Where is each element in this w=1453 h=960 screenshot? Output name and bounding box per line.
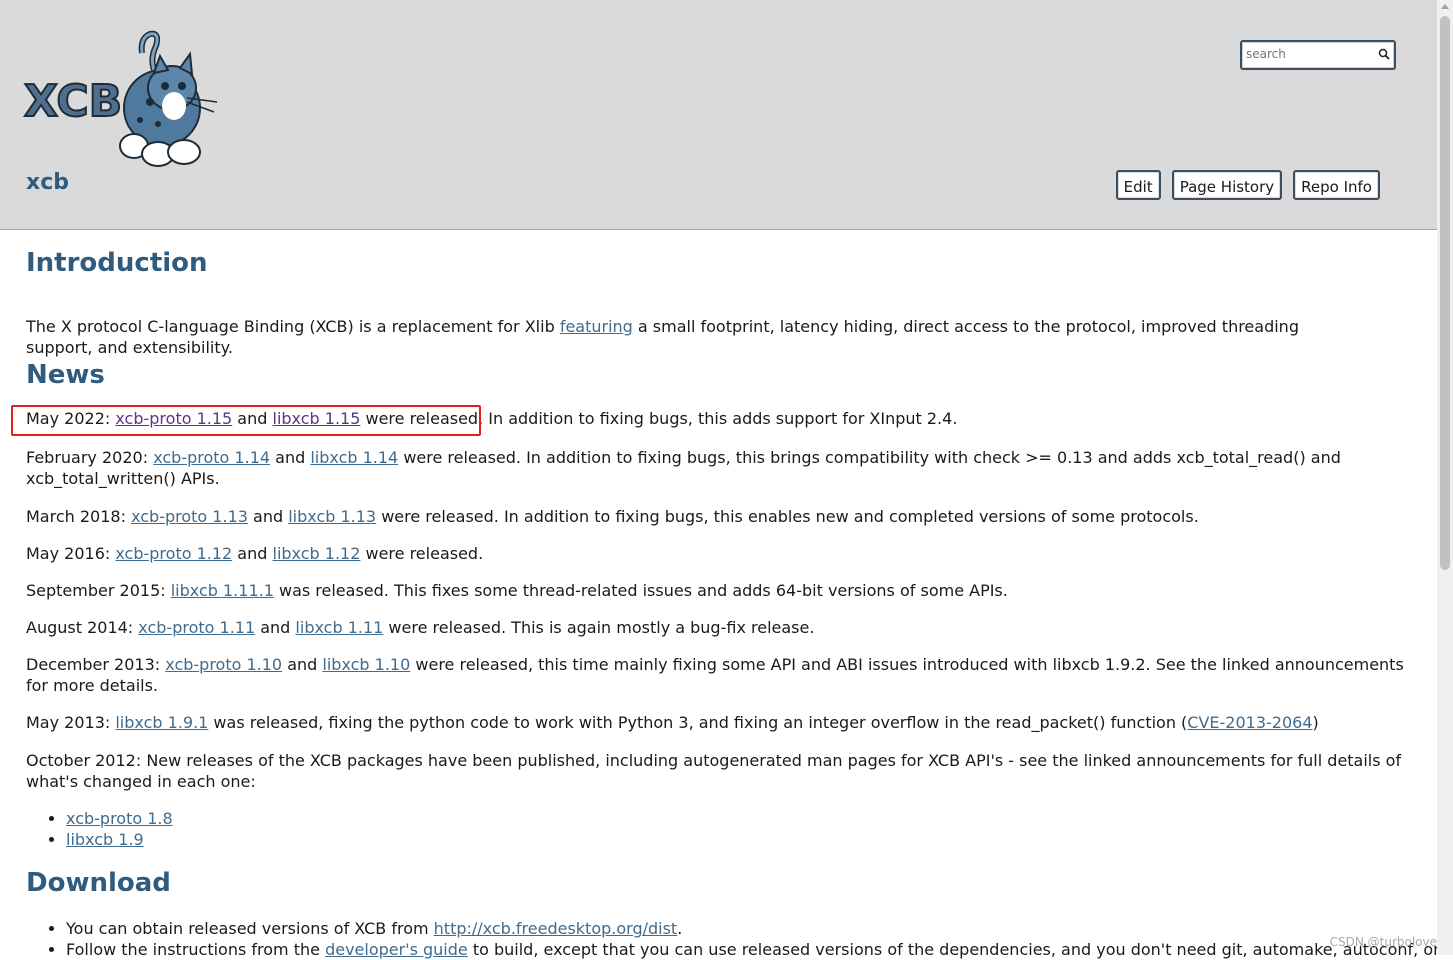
edit-button[interactable]: Edit — [1116, 170, 1161, 200]
news-text: ) — [1313, 713, 1319, 732]
list-item: You can obtain released versions of XCB … — [66, 918, 1453, 939]
news-text: were released. This is again mostly a bu… — [383, 618, 814, 637]
xcb-proto-link[interactable]: xcb-proto 1.14 — [153, 448, 270, 467]
featuring-link[interactable]: featuring — [560, 317, 633, 336]
news-date: December 2013: — [26, 655, 165, 674]
news-item: May 2013: libxcb 1.9.1 was released, fix… — [26, 712, 1404, 733]
download-text: Follow the instructions from the — [66, 940, 325, 959]
xcb-proto-link[interactable]: xcb-proto 1.10 — [165, 655, 282, 674]
news-item: October 2012: New releases of the XCB pa… — [26, 750, 1404, 792]
news-text: and — [232, 544, 272, 563]
xcb-proto-1-8-link[interactable]: xcb-proto 1.8 — [66, 809, 173, 828]
news-heading: News — [26, 360, 105, 390]
news-date: August 2014: — [26, 618, 138, 637]
developers-guide-link[interactable]: developer's guide — [325, 940, 468, 959]
news-text: October 2012: New releases of the XCB pa… — [26, 751, 1401, 791]
libxcb-link[interactable]: libxcb 1.9.1 — [115, 713, 208, 732]
libxcb-1-9-link[interactable]: libxcb 1.9 — [66, 830, 144, 849]
xcb-cat-logo[interactable]: XCB — [22, 28, 222, 173]
libxcb-link[interactable]: libxcb 1.10 — [322, 655, 410, 674]
search-box[interactable] — [1240, 40, 1396, 70]
news-text: were released. In addition to fixing bug… — [376, 507, 1199, 526]
news-item: August 2014: xcb-proto 1.11 and libxcb 1… — [26, 617, 1404, 638]
scroll-up-arrow-icon[interactable] — [1441, 4, 1449, 9]
xcb-proto-link[interactable]: xcb-proto 1.11 — [138, 618, 255, 637]
news-date: March 2018: — [26, 507, 131, 526]
site-header: XCB xcb Edit Page History Repo Info — [0, 0, 1437, 230]
vertical-scrollbar[interactable] — [1437, 0, 1453, 955]
search-icon[interactable] — [1378, 48, 1390, 60]
libxcb-link[interactable]: libxcb 1.11 — [295, 618, 383, 637]
release-link-list: xcb-proto 1.8 libxcb 1.9 — [26, 808, 173, 850]
list-item: xcb-proto 1.8 — [66, 808, 173, 829]
introduction-heading: Introduction — [26, 248, 208, 278]
download-text: to build, except that you can use releas… — [468, 940, 1440, 959]
watermark: CSDN @turbolove — [1330, 935, 1437, 949]
news-item: May 2016: xcb-proto 1.12 and libxcb 1.12… — [26, 543, 1404, 564]
news-text: and — [282, 655, 322, 674]
page-actions: Edit Page History Repo Info — [1116, 170, 1380, 200]
news-date: February 2020: — [26, 448, 153, 467]
news-date: May 2016: — [26, 544, 115, 563]
news-item: March 2018: xcb-proto 1.13 and libxcb 1.… — [26, 506, 1404, 527]
libxcb-link[interactable]: libxcb 1.11.1 — [171, 581, 274, 600]
news-item: February 2020: xcb-proto 1.14 and libxcb… — [26, 447, 1404, 489]
news-item: September 2015: libxcb 1.11.1 was releas… — [26, 580, 1404, 601]
intro-text: The X protocol C-language Binding (XCB) … — [26, 317, 560, 336]
download-text: You can obtain released versions of XCB … — [66, 919, 434, 938]
logo-text: XCB — [24, 76, 122, 127]
news-text: were released. — [360, 544, 483, 563]
news-text: was released, fixing the python code to … — [208, 713, 1187, 732]
news-date: May 2013: — [26, 713, 115, 732]
news-text: and — [255, 618, 295, 637]
libxcb-link[interactable]: libxcb 1.12 — [273, 544, 361, 563]
news-item: December 2013: xcb-proto 1.10 and libxcb… — [26, 654, 1404, 696]
search-input[interactable] — [1246, 45, 1374, 63]
news-text: was released. This fixes some thread-rel… — [274, 581, 1008, 600]
download-text: . — [677, 919, 682, 938]
site-title-link[interactable]: xcb — [26, 170, 69, 195]
news-date: September 2015: — [26, 581, 171, 600]
cve-link[interactable]: CVE-2013-2064 — [1187, 713, 1312, 732]
xcb-proto-link[interactable]: xcb-proto 1.13 — [131, 507, 248, 526]
libxcb-link[interactable]: libxcb 1.14 — [310, 448, 398, 467]
dist-link[interactable]: http://xcb.freedesktop.org/dist — [434, 919, 678, 938]
news-text: and — [270, 448, 310, 467]
news-text: and — [248, 507, 288, 526]
highlight-box — [11, 405, 481, 436]
introduction-paragraph: The X protocol C-language Binding (XCB) … — [26, 316, 1366, 358]
list-item: Follow the instructions from the develop… — [66, 939, 1453, 960]
scrollbar-thumb[interactable] — [1440, 16, 1450, 570]
libxcb-link[interactable]: libxcb 1.13 — [288, 507, 376, 526]
page-history-button[interactable]: Page History — [1172, 170, 1282, 200]
download-heading: Download — [26, 868, 171, 898]
repo-info-button[interactable]: Repo Info — [1293, 170, 1380, 200]
list-item: libxcb 1.9 — [66, 829, 173, 850]
download-list: You can obtain released versions of XCB … — [26, 918, 1453, 960]
xcb-proto-link[interactable]: xcb-proto 1.12 — [115, 544, 232, 563]
